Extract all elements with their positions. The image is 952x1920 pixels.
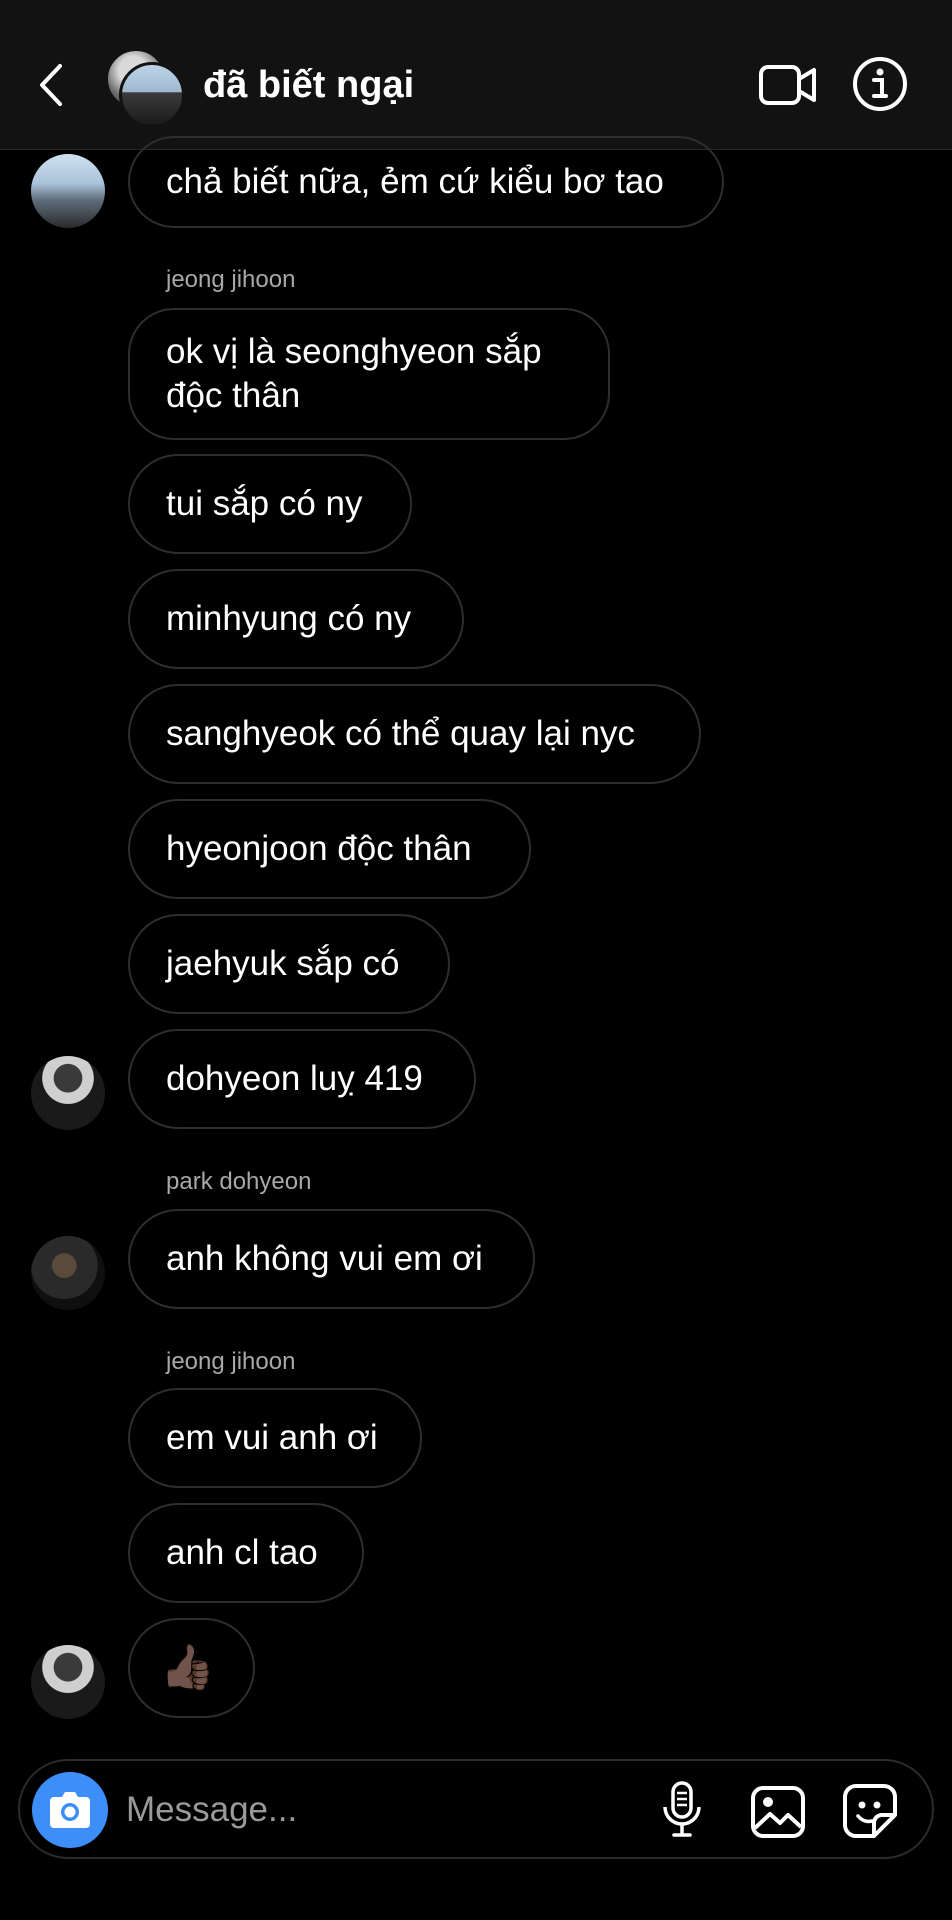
sender-name: park dohyeon [166,1168,312,1195]
sender-avatar[interactable] [31,154,105,228]
thumbs-up-emoji: 👍🏿 [160,1643,215,1692]
message-text: ok vị là seonghyeon sắp độc thân [166,332,542,415]
message-bubble[interactable]: tui sắp có ny [128,454,412,554]
back-icon [40,64,62,106]
group-avatar-member-2 [119,62,185,128]
camera-button[interactable] [32,1772,108,1848]
camera-icon [50,1792,90,1828]
message-bubble[interactable]: ok vị là seonghyeon sắp độc thân [128,308,610,440]
group-avatar[interactable] [105,48,185,128]
microphone-button[interactable] [660,1781,704,1844]
microphone-icon [663,1781,701,1837]
message-bubble[interactable]: minhyung có ny [128,569,464,669]
chat-header: đã biết ngại [0,0,952,150]
message-bubble[interactable]: jaehyuk sắp có [128,914,450,1014]
chat-title[interactable]: đã biết ngại [203,60,414,110]
message-bubble[interactable]: hyeonjoon độc thân [128,799,531,899]
message-text: minhyung có ny [166,599,412,638]
message-bubble[interactable]: chả biết nữa, ẻm cứ kiểu bơ tao [128,136,724,228]
sender-avatar[interactable] [31,1056,105,1130]
info-icon [853,57,907,111]
message-text: anh cl tao [166,1533,318,1572]
gallery-icon [751,1786,805,1838]
back-button[interactable] [30,58,74,112]
message-input[interactable] [124,1781,648,1839]
message-bubble[interactable]: em vui anh ơi [128,1388,422,1488]
message-bubble[interactable]: sanghyeok có thể quay lại nyc [128,684,701,784]
message-bubble[interactable]: anh cl tao [128,1503,364,1603]
sticker-icon [843,1784,897,1838]
message-text: hyeonjoon độc thân [166,829,472,868]
message-text: em vui anh ơi [166,1418,378,1457]
sender-name: jeong jihoon [166,266,296,293]
video-call-button[interactable] [758,62,818,108]
video-call-icon [759,65,816,105]
message-text: dohyeon luỵ 419 [166,1059,423,1098]
sender-avatar[interactable] [31,1645,105,1719]
gallery-button[interactable] [750,1785,806,1844]
info-button[interactable] [852,56,908,112]
message-text: anh không vui em ơi [166,1239,483,1278]
message-text: tui sắp có ny [166,484,363,523]
message-bubble[interactable]: 👍🏿 [128,1618,255,1718]
message-text: jaehyuk sắp có [166,944,400,983]
message-text: chả biết nữa, ẻm cứ kiểu bơ tao [166,162,664,201]
message-bubble[interactable]: dohyeon luỵ 419 [128,1029,476,1129]
sender-avatar[interactable] [31,1236,105,1310]
sender-name: jeong jihoon [166,1348,296,1375]
message-text: sanghyeok có thể quay lại nyc [166,714,635,753]
message-composer [18,1759,934,1859]
sticker-button[interactable] [842,1783,898,1844]
message-bubble[interactable]: anh không vui em ơi [128,1209,535,1309]
